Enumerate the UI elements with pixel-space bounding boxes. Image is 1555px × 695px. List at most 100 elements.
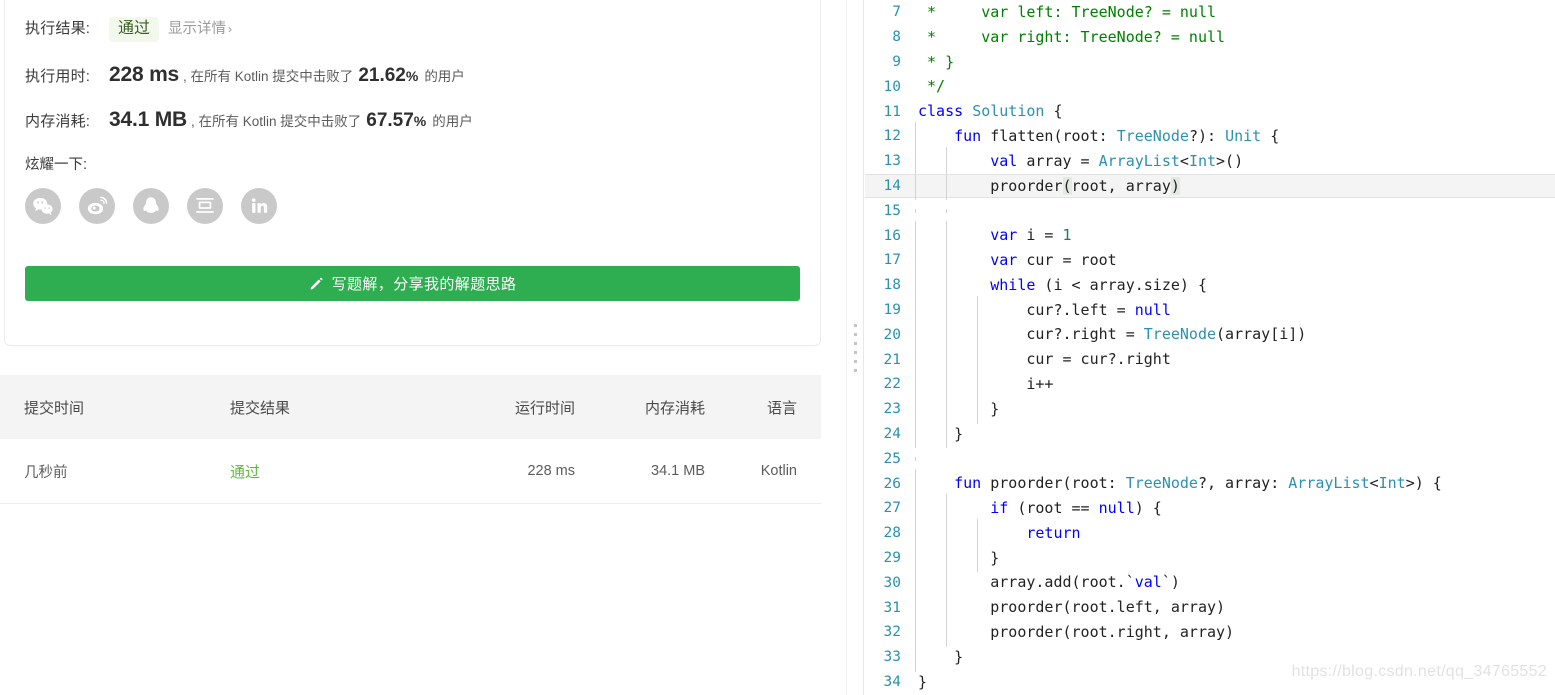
line-number: 32: [883, 624, 901, 641]
table-row[interactable]: 几秒前 通过 228 ms 34.1 MB Kotlin: [0, 439, 821, 504]
code-line[interactable]: 10 */: [865, 74, 1555, 99]
cell-submit-result: 通过: [230, 461, 420, 482]
code-line[interactable]: 29 }: [865, 543, 1555, 573]
pane-resize-handle[interactable]: [846, 0, 864, 695]
code-line[interactable]: 25: [865, 446, 1555, 471]
code-line-text: }: [915, 642, 1555, 672]
code-token: ?, array:: [1197, 474, 1289, 493]
share-icon-list: [25, 187, 820, 224]
pencil-icon: [309, 276, 324, 291]
code-token: {: [1261, 126, 1280, 145]
column-header-language: 语言: [766, 399, 797, 417]
code-line-text: * var right: TreeNode? = null: [915, 25, 1555, 50]
linkedin-icon[interactable]: [241, 187, 277, 224]
code-line[interactable]: 19 cur?.left = null: [865, 295, 1555, 325]
line-number: 33: [883, 649, 901, 666]
code-line[interactable]: 16 var i = 1: [865, 221, 1555, 250]
code-line[interactable]: 9 * }: [865, 50, 1555, 75]
memory-percentile: 67.57%: [366, 110, 426, 132]
code-token: array.add(root.`: [918, 573, 1135, 592]
code-token: }: [918, 672, 928, 691]
cell-language: Kotlin: [760, 463, 797, 479]
code-line[interactable]: 15: [865, 198, 1555, 223]
code-token: Unit: [1225, 126, 1262, 145]
code-line-text: fun proorder(root: TreeNode?, array: Arr…: [915, 469, 1555, 498]
code-editor-lines: 7 * var left: TreeNode? = null 8 * var ri…: [865, 0, 1555, 694]
code-line-text: cur?.right = TreeNode(array[i]): [915, 320, 1555, 350]
code-line[interactable]: 8 * var right: TreeNode? = null: [865, 25, 1555, 50]
code-line[interactable]: 34}: [865, 670, 1555, 695]
indent-guide: [915, 208, 916, 213]
code-token: i++: [918, 374, 1054, 393]
line-number: 9: [892, 53, 901, 70]
code-line[interactable]: 12 fun flatten(root: TreeNode?): Unit {: [865, 121, 1555, 151]
code-line[interactable]: 7 * var left: TreeNode? = null: [865, 0, 1555, 25]
wechat-icon[interactable]: [25, 187, 61, 224]
result-card-body: 执行结果: 通过 显示详情 › 执行用时: 228 ms , 在所有 Kotlin…: [5, 0, 820, 224]
code-line[interactable]: 30 array.add(root.`val`): [865, 568, 1555, 598]
code-token: val: [1134, 573, 1162, 592]
line-number: 34: [883, 673, 901, 690]
write-solution-label: 写题解，分享我的解题思路: [331, 276, 517, 293]
code-token: return: [1026, 523, 1081, 542]
code-line-text: * var left: TreeNode? = null: [915, 0, 1555, 25]
code-line[interactable]: 33 }: [865, 642, 1555, 672]
runtime-percentile: 21.62%: [358, 65, 418, 87]
indent-guide: [946, 419, 947, 449]
code-line[interactable]: 17 var cur = root: [865, 245, 1555, 275]
cell-memory: 34.1 MB: [651, 463, 705, 479]
indent-guide: [977, 394, 978, 424]
weibo-icon[interactable]: [79, 187, 115, 224]
code-line[interactable]: 18 while (i < array.size) {: [865, 270, 1555, 300]
code-token: (array[i]): [1216, 325, 1307, 344]
indent-guide: [915, 419, 916, 449]
indent-guide: [977, 543, 978, 573]
line-number: 22: [883, 376, 901, 393]
code-token: i =: [1017, 226, 1063, 245]
code-line[interactable]: 14 proorder(root, array): [865, 171, 1555, 201]
code-line[interactable]: 20 cur?.right = TreeNode(array[i]): [865, 320, 1555, 350]
submission-result-link[interactable]: 通过: [230, 464, 260, 481]
code-line-text: */: [915, 74, 1555, 99]
code-token: }: [918, 424, 964, 443]
code-token: {: [1044, 102, 1063, 121]
code-line[interactable]: 32 proorder(root.right, array): [865, 617, 1555, 647]
code-token: * }: [918, 52, 955, 71]
line-number: 14: [883, 177, 901, 194]
code-line-text: * }: [915, 50, 1555, 75]
code-token: <: [1179, 151, 1189, 170]
code-token: array =: [1017, 151, 1099, 170]
code-line[interactable]: 23 }: [865, 394, 1555, 424]
code-token: val: [990, 151, 1018, 170]
douban-icon[interactable]: [187, 187, 223, 224]
page-root: 执行结果: 通过 显示详情 › 执行用时: 228 ms , 在所有 Kotlin…: [0, 0, 1555, 695]
code-token: while: [990, 275, 1036, 294]
show-detail-link[interactable]: 显示详情 ›: [168, 17, 232, 38]
qq-icon[interactable]: [133, 187, 169, 224]
code-line[interactable]: 31 proorder(root.left, array): [865, 593, 1555, 622]
code-line[interactable]: 26 fun proorder(root: TreeNode?, array: …: [865, 469, 1555, 498]
line-number: 11: [883, 103, 901, 120]
code-editor[interactable]: 7 * var left: TreeNode? = null 8 * var ri…: [865, 0, 1555, 695]
code-token: proorder(root.right, array): [918, 622, 1235, 641]
chevron-right-icon: ›: [228, 22, 233, 36]
percent-symbol: %: [405, 67, 419, 84]
code-line-text: if (root == null) {: [915, 493, 1555, 523]
code-token: >) {: [1405, 474, 1442, 493]
line-number: 17: [883, 252, 901, 269]
code-token: flatten(root:: [981, 126, 1117, 145]
runtime-beat-text-after: 的用户: [424, 68, 465, 84]
code-line[interactable]: 21 cur = cur?.right: [865, 345, 1555, 374]
code-line[interactable]: 24 }: [865, 419, 1555, 449]
line-number: 15: [883, 202, 901, 219]
code-line[interactable]: 11 class Solution {: [865, 99, 1555, 124]
code-line[interactable]: 13 val array = ArrayList<Int>(): [865, 146, 1555, 176]
memory-row: 内存消耗: 34.1 MB , 在所有 Kotlin 提交中击败了 67.57%…: [25, 108, 820, 132]
code-line[interactable]: 27 if (root == null) {: [865, 493, 1555, 523]
write-solution-button[interactable]: 写题解，分享我的解题思路: [25, 266, 800, 301]
code-line[interactable]: 22 i++: [865, 369, 1555, 399]
memory-value: 34.1 MB: [109, 107, 187, 131]
code-line[interactable]: 28 return: [865, 518, 1555, 548]
resize-grip-dots: [853, 323, 857, 372]
